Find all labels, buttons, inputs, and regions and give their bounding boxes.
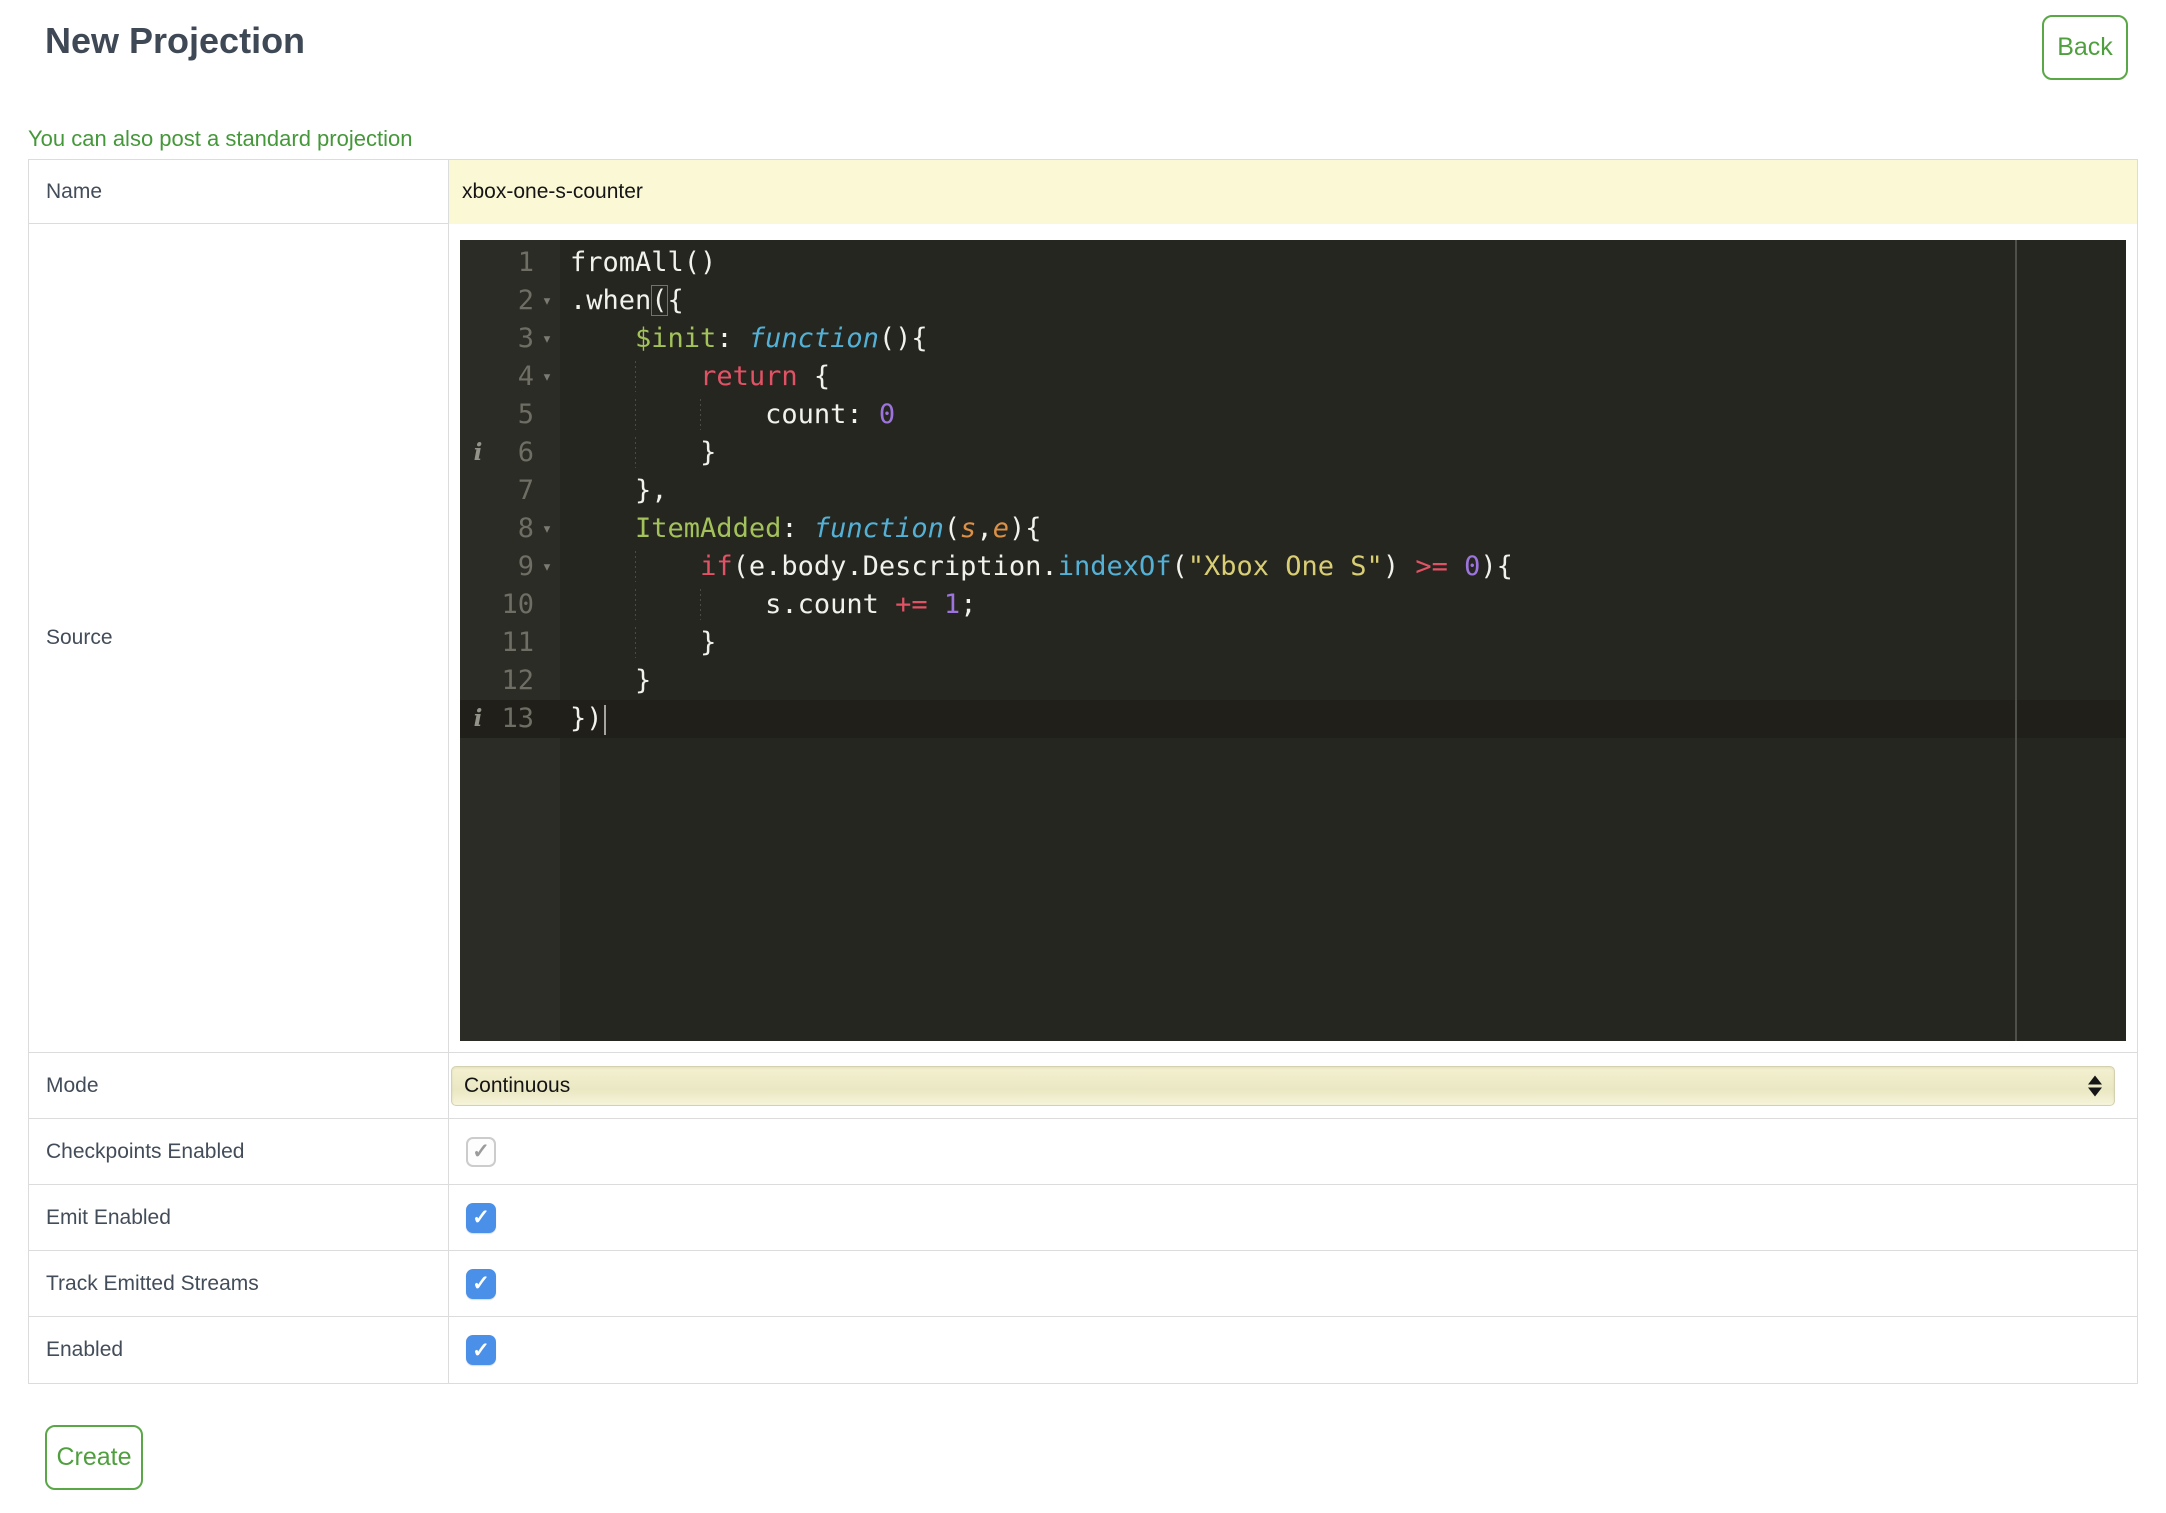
line-number: 13 — [501, 703, 534, 734]
code-line-12: } — [635, 665, 652, 696]
fold-arrow-icon[interactable]: ▾ — [534, 320, 560, 358]
page-title: New Projection — [45, 20, 306, 61]
mode-select-value: Continuous — [464, 1074, 571, 1097]
fold-arrow-icon[interactable]: ▾ — [534, 548, 560, 586]
code-line-6: } — [560, 434, 2126, 472]
table-row-checkpoints-enabled: Checkpoints Enabled ✓ — [29, 1119, 2137, 1185]
fold-arrow-icon[interactable]: ▾ — [534, 510, 560, 548]
projection-form-table: Name xbox-one-s-counter Source 1 2 ▾ 3 ▾ 4 ▾ 5 i… — [28, 159, 2138, 1384]
code-line-7: }, — [635, 475, 668, 506]
line-number: 7 — [517, 475, 534, 506]
gutter-line-1: 1 — [460, 244, 560, 282]
checkpoints-enabled-checkbox: ✓ — [466, 1136, 496, 1167]
gutter-line-8: 8 ▾ — [460, 510, 560, 548]
enabled-checkbox[interactable]: ✓ — [466, 1335, 496, 1365]
source-label: Source — [46, 626, 113, 649]
table-row-track-emitted-streams: Track Emitted Streams ✓ — [29, 1251, 2137, 1317]
table-row-emit-enabled: Emit Enabled ✓ — [29, 1185, 2137, 1251]
line-number: 3 — [517, 323, 534, 354]
checkpoints-enabled-label: Checkpoints Enabled — [46, 1139, 245, 1163]
name-input[interactable]: xbox-one-s-counter — [449, 160, 2137, 224]
line-number: 9 — [517, 551, 534, 582]
gutter-line-9: 9 ▾ — [460, 548, 560, 586]
gutter-line-3: 3 ▾ — [460, 320, 560, 358]
checkbox-rows: Checkpoints Enabled ✓ Emit Enabled ✓ Track E… — [29, 1119, 2137, 1383]
table-row-name: Name xbox-one-s-counter — [29, 160, 2137, 224]
line-number: 4 — [517, 361, 534, 392]
info-marker-icon: i — [473, 439, 483, 466]
line-number: 5 — [517, 399, 534, 430]
source-code-editor[interactable]: 1 2 ▾ 3 ▾ 4 ▾ 5 i 6 7 8 ▾ 9 ▾ 10 11 12 i 13 fromAll() .when(… — [460, 240, 2126, 1041]
text-cursor — [603, 704, 606, 735]
code-line-10: s.count += 1; — [560, 586, 2126, 624]
gutter-line-11: 11 — [460, 624, 560, 662]
select-arrows-icon — [2088, 1075, 2102, 1097]
fold-arrow-icon[interactable]: ▾ — [534, 358, 560, 396]
create-button[interactable]: Create — [45, 1425, 143, 1490]
enabled-label: Enabled — [46, 1338, 124, 1361]
mode-label: Mode — [46, 1073, 99, 1097]
table-row-enabled: Enabled ✓ — [29, 1317, 2137, 1383]
editor-column-ruler — [2015, 240, 2017, 1041]
line-number: 2 — [517, 285, 534, 316]
track-emitted-streams-label: Track Emitted Streams — [46, 1271, 259, 1295]
info-marker-icon: i — [473, 705, 483, 732]
code-line-13: }) — [560, 700, 2126, 738]
emit-enabled-label: Emit Enabled — [46, 1205, 171, 1229]
gutter-line-6: i6 — [460, 434, 560, 472]
mode-select[interactable]: Continuous — [451, 1066, 2115, 1106]
code-line-1: fromAll() — [570, 247, 717, 278]
gutter-line-4: 4 ▾ — [460, 358, 560, 396]
code-line-5: count: 0 — [560, 396, 2126, 434]
table-row-mode: Mode Continuous — [29, 1053, 2137, 1119]
line-number: 1 — [517, 247, 534, 278]
gutter-line-12: 12 — [460, 662, 560, 700]
gutter-line-7: 7 — [460, 472, 560, 510]
gutter-line-5: 5 — [460, 396, 560, 434]
code-line-4: return { — [560, 358, 2126, 396]
editor-code-area[interactable]: fromAll() .when({ $init: function(){ retu… — [560, 240, 2126, 1041]
table-row-source: Source 1 2 ▾ 3 ▾ 4 ▾ 5 i 6 7 8 ▾ 9 ▾ 10 11 12 i 13 fromAll(… — [29, 224, 2137, 1053]
emit-enabled-checkbox[interactable]: ✓ — [466, 1202, 496, 1233]
gutter-line-10: 10 — [460, 586, 560, 624]
line-number: 8 — [517, 513, 534, 544]
gutter-line-13: i 13 — [460, 700, 560, 738]
code-line-3: $init: function(){ — [635, 323, 928, 354]
line-number: 12 — [501, 665, 534, 696]
line-number: 6 — [517, 437, 534, 468]
code-line-8: ItemAdded: function(s,e){ — [635, 513, 1042, 544]
code-line-9: if(e.body.Description.indexOf("Xbox One … — [560, 548, 2126, 586]
line-number: 10 — [501, 589, 534, 620]
code-line-2: .when({ — [570, 285, 684, 316]
code-line-11: } — [560, 624, 2126, 662]
line-number: 11 — [501, 627, 534, 658]
back-button[interactable]: Back — [2042, 15, 2128, 80]
fold-arrow-icon[interactable]: ▾ — [534, 282, 560, 320]
standard-projection-link[interactable]: You can also post a standard projection — [28, 126, 412, 152]
gutter-line-2: 2 ▾ — [460, 282, 560, 320]
track-emitted-streams-checkbox[interactable]: ✓ — [466, 1268, 496, 1299]
name-label: Name — [46, 179, 103, 203]
editor-gutter: 1 2 ▾ 3 ▾ 4 ▾ 5 i 6 7 8 ▾ 9 ▾ 10 11 12 i 13 — [460, 240, 560, 1041]
